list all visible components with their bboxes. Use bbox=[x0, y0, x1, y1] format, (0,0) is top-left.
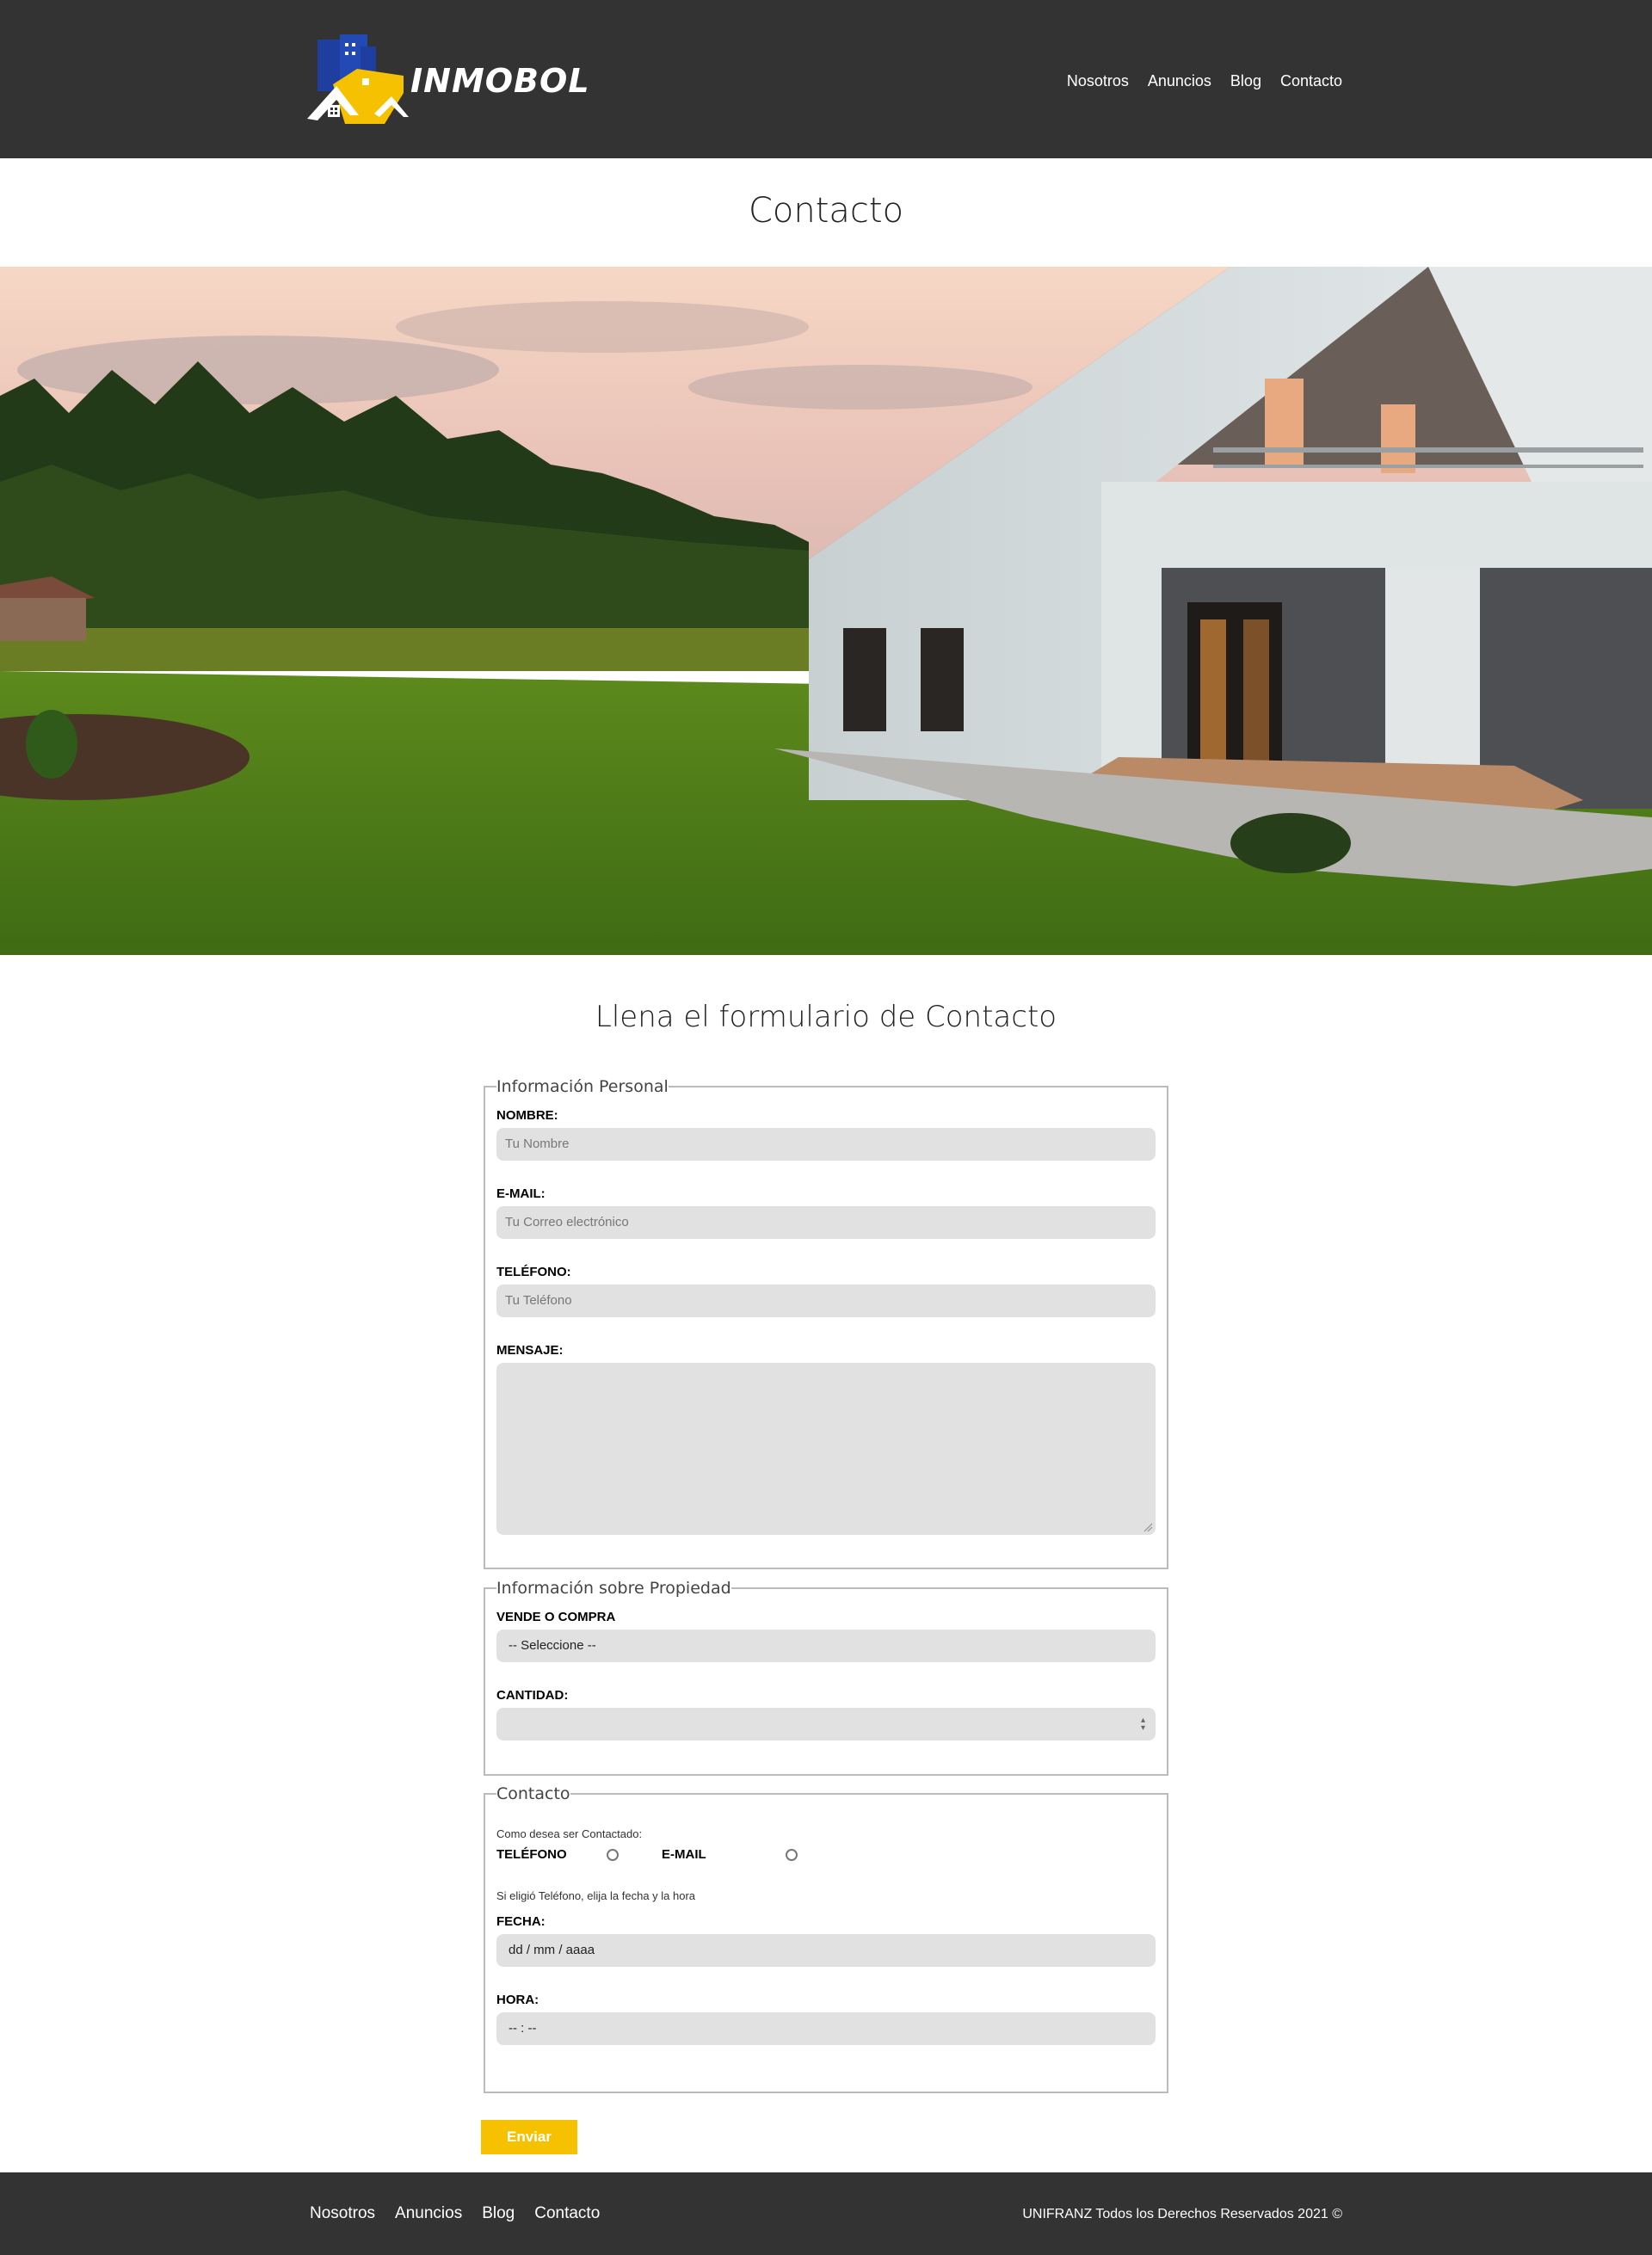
nav-link-anuncios[interactable]: Anuncios bbox=[1148, 72, 1211, 90]
sell-buy-label: VENDE O COMPRA bbox=[496, 1610, 616, 1624]
phone-radio[interactable] bbox=[607, 1848, 619, 1861]
property-info-legend: Información sobre Propiedad bbox=[496, 1579, 731, 1598]
contact-method-prompt: Como desea ser Contactado: bbox=[496, 1827, 643, 1840]
site-header: INMOBOL Nosotros Anuncios Blog Contacto bbox=[0, 0, 1652, 158]
personal-info-legend: Información Personal bbox=[496, 1077, 669, 1096]
amount-label: CANTIDAD: bbox=[496, 1688, 569, 1703]
copyright-text: UNIFRANZ Todos los Derechos Reservados 2… bbox=[1022, 2207, 1342, 2221]
contact-fieldset: Contacto Como desea ser Contactado: TELÉ… bbox=[484, 1784, 1168, 2093]
nav-link-contacto[interactable]: Contacto bbox=[1280, 72, 1342, 90]
footer-link-blog[interactable]: Blog bbox=[482, 2204, 515, 2223]
site-footer: Nosotros Anuncios Blog Contacto UNIFRANZ… bbox=[0, 2172, 1652, 2255]
footer-link-nosotros[interactable]: Nosotros bbox=[310, 2204, 375, 2223]
email-input[interactable]: Tu Correo electrónico bbox=[496, 1206, 1156, 1239]
property-info-fieldset: Información sobre Propiedad VENDE O COMP… bbox=[484, 1579, 1168, 1776]
brand-name: INMOBOL bbox=[410, 62, 590, 100]
date-input[interactable]: dd / mm / aaaa bbox=[496, 1934, 1156, 1967]
footer-link-contacto[interactable]: Contacto bbox=[534, 2204, 600, 2223]
name-label: NOMBRE: bbox=[496, 1108, 558, 1123]
footer-link-anuncios[interactable]: Anuncios bbox=[395, 2204, 462, 2223]
submit-button[interactable]: Enviar bbox=[481, 2120, 577, 2154]
brand-logo[interactable]: INMOBOL bbox=[307, 31, 589, 126]
time-label: HORA: bbox=[496, 1993, 539, 2007]
phone-hint: Si eligió Teléfono, elija la fecha y la … bbox=[496, 1889, 696, 1902]
contact-method-options: TELÉFONO E-MAIL bbox=[496, 1847, 1156, 1862]
footer-nav: Nosotros Anuncios Blog Contacto bbox=[310, 2204, 600, 2223]
logo-house-icon bbox=[307, 34, 409, 124]
house-photo-illustration bbox=[0, 267, 1652, 955]
email-radio[interactable] bbox=[786, 1848, 798, 1861]
phone-label: TELÉFONO: bbox=[496, 1265, 571, 1279]
time-input[interactable]: -- : -- bbox=[496, 2012, 1156, 2045]
phone-input[interactable]: Tu Teléfono bbox=[496, 1285, 1156, 1317]
phone-option-label: TELÉFONO bbox=[496, 1847, 567, 1862]
main-nav: Nosotros Anuncios Blog Contacto bbox=[1067, 72, 1342, 90]
hero-image bbox=[0, 267, 1652, 955]
nav-link-blog[interactable]: Blog bbox=[1230, 72, 1261, 90]
amount-input[interactable]: ▴ ▾ bbox=[496, 1708, 1156, 1741]
date-label: FECHA: bbox=[496, 1914, 546, 1929]
message-textarea[interactable] bbox=[496, 1363, 1156, 1535]
resize-grip-icon[interactable] bbox=[1143, 1522, 1153, 1532]
page-title: Contacto bbox=[748, 191, 904, 231]
name-input[interactable]: Tu Nombre bbox=[496, 1128, 1156, 1161]
message-label: MENSAJE: bbox=[496, 1343, 564, 1358]
email-label: E-MAIL: bbox=[496, 1186, 546, 1201]
personal-info-fieldset: Información Personal NOMBRE: Tu Nombre E… bbox=[484, 1077, 1168, 1569]
nav-link-nosotros[interactable]: Nosotros bbox=[1067, 72, 1129, 90]
contact-legend: Contacto bbox=[496, 1784, 570, 1803]
sell-buy-select[interactable]: -- Seleccione -- bbox=[496, 1630, 1156, 1662]
number-spinner-icon[interactable]: ▴ ▾ bbox=[1141, 1716, 1145, 1733]
email-option-label: E-MAIL bbox=[662, 1847, 706, 1862]
form-title: Llena el formulario de Contacto bbox=[595, 1000, 1057, 1034]
